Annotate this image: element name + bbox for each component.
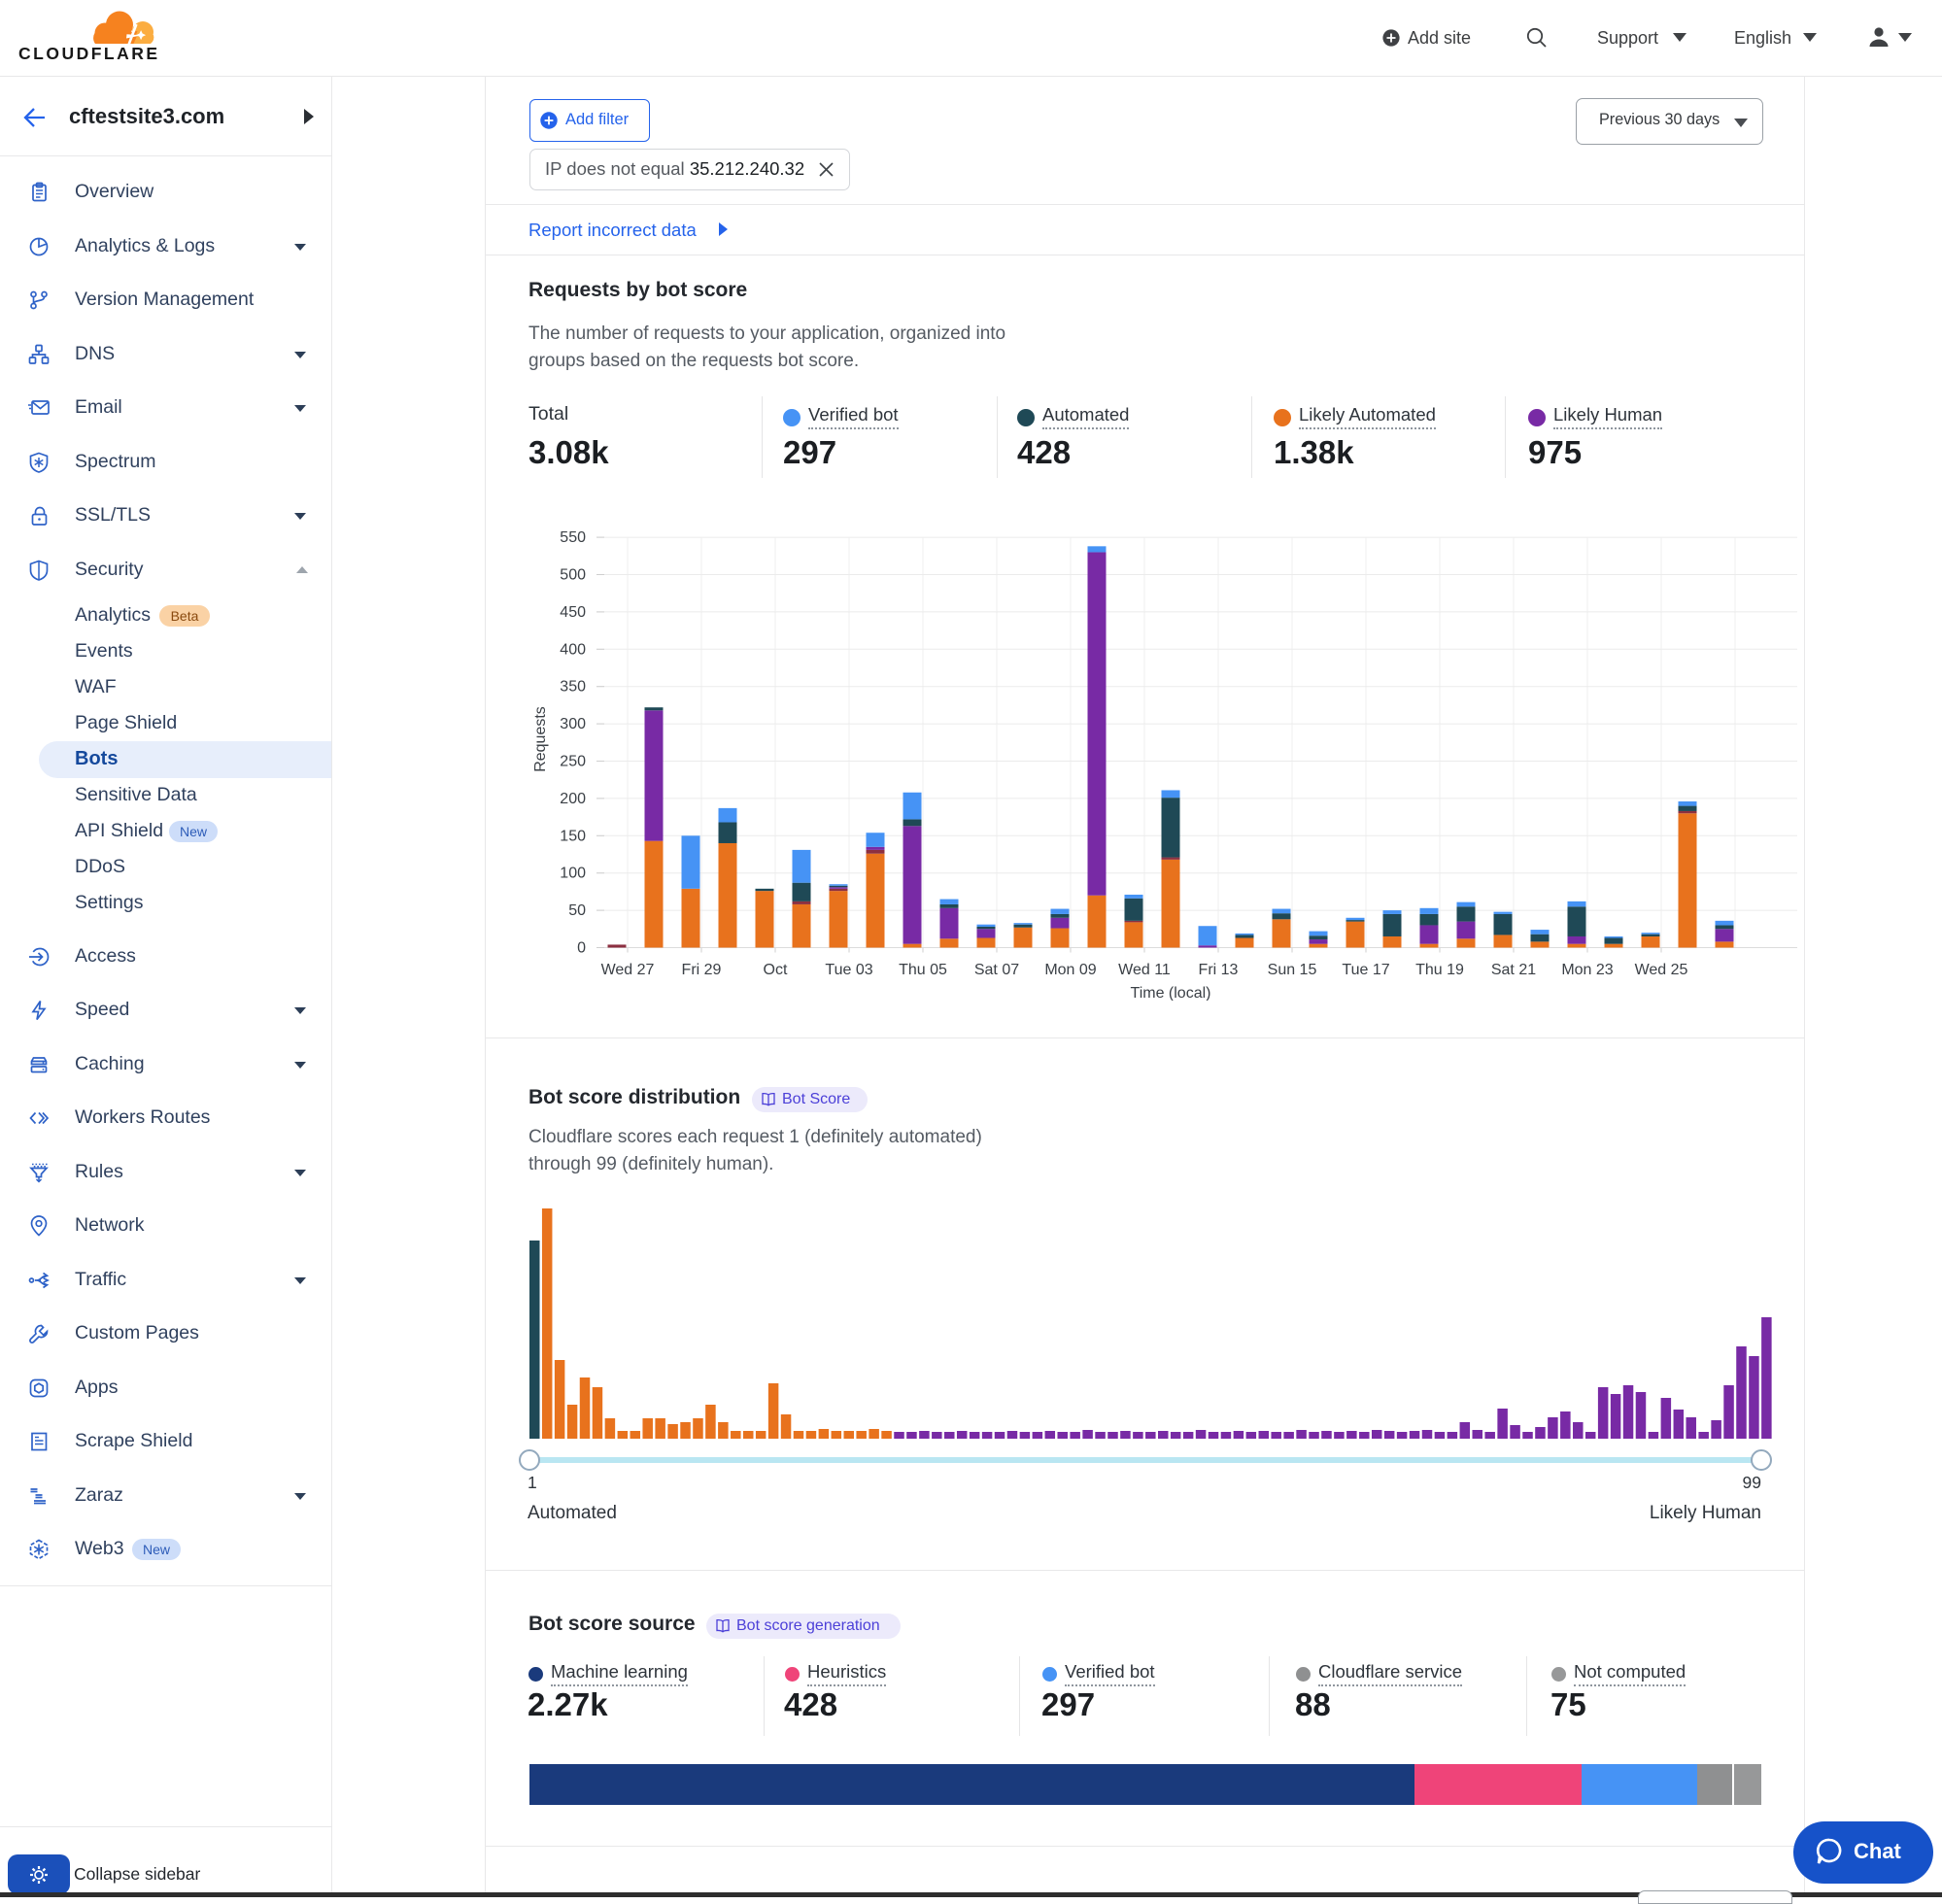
svg-text:50: 50 [568, 902, 586, 919]
svg-text:250: 250 [560, 754, 586, 770]
svg-text:300: 300 [560, 716, 586, 732]
svg-text:550: 550 [560, 529, 586, 546]
svg-text:150: 150 [560, 828, 586, 844]
svg-text:Fri 29: Fri 29 [682, 962, 722, 978]
svg-text:Sat 21: Sat 21 [1491, 962, 1536, 978]
svg-text:Thu 19: Thu 19 [1415, 962, 1464, 978]
svg-text:100: 100 [560, 866, 586, 882]
svg-text:350: 350 [560, 679, 586, 696]
svg-text:500: 500 [560, 567, 586, 584]
svg-text:Requests: Requests [532, 706, 549, 772]
svg-text:Tue 03: Tue 03 [825, 962, 872, 978]
svg-text:Sun 15: Sun 15 [1268, 962, 1317, 978]
svg-text:Mon 23: Mon 23 [1561, 962, 1613, 978]
svg-text:Wed 25: Wed 25 [1635, 962, 1688, 978]
svg-text:0: 0 [577, 940, 586, 957]
svg-text:Oct: Oct [764, 962, 788, 978]
svg-text:450: 450 [560, 604, 586, 621]
svg-text:Wed 11: Wed 11 [1118, 962, 1171, 978]
svg-text:Sat 07: Sat 07 [974, 962, 1019, 978]
svg-text:Wed 27: Wed 27 [601, 962, 655, 978]
svg-text:200: 200 [560, 791, 586, 807]
svg-text:Fri 13: Fri 13 [1199, 962, 1239, 978]
svg-text:Thu 05: Thu 05 [899, 962, 947, 978]
svg-text:400: 400 [560, 641, 586, 658]
svg-text:Tue 17: Tue 17 [1342, 962, 1389, 978]
svg-text:Time (local): Time (local) [1131, 985, 1211, 1001]
svg-text:Mon 09: Mon 09 [1044, 962, 1096, 978]
